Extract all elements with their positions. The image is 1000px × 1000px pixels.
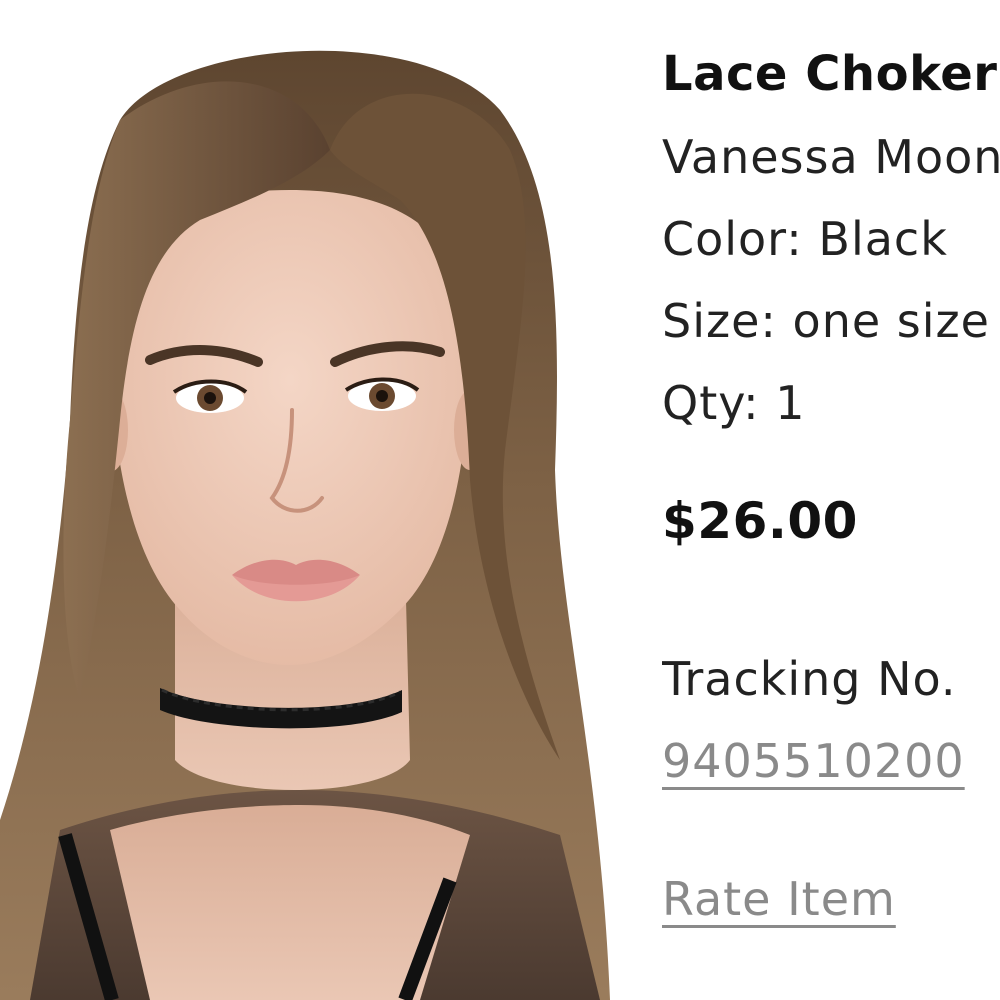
product-name[interactable]: Lace Choker xyxy=(662,50,997,98)
rate-item-link[interactable]: Rate Item xyxy=(662,876,896,922)
tracking-label: Tracking No. xyxy=(662,652,957,706)
tracking-number-link[interactable]: 9405510200 xyxy=(662,738,965,784)
size-attribute: Size: one size xyxy=(662,294,990,348)
quantity-attribute: Qty: 1 xyxy=(662,376,806,430)
order-item-card: Lace Choker Vanessa Mooney Color: Black … xyxy=(0,0,1000,1000)
brand-name: Vanessa Mooney xyxy=(662,130,1000,184)
color-attribute: Color: Black xyxy=(662,212,948,266)
item-price: $26.00 xyxy=(662,492,858,550)
item-details: Lace Choker Vanessa Mooney Color: Black … xyxy=(662,0,1000,1000)
product-image[interactable] xyxy=(0,0,630,1000)
